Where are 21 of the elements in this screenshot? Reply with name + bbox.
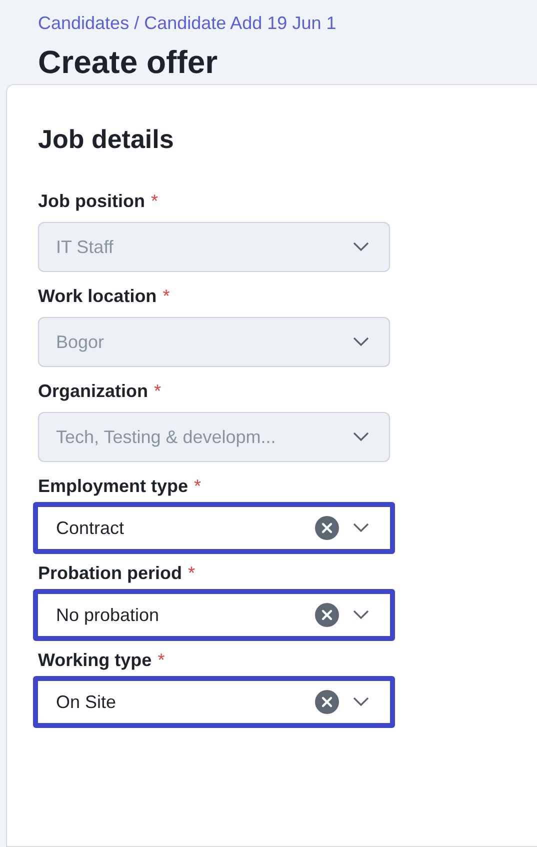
required-mark: * [162,285,170,308]
required-mark: * [151,190,158,213]
breadcrumb[interactable]: Candidates / Candidate Add 19 Jun 1 [38,11,336,35]
field-label: Work location [38,285,157,308]
chevron-down-icon[interactable] [353,697,369,707]
section-title: Job details [38,123,175,155]
chevron-down-icon[interactable] [353,523,369,533]
required-mark: * [194,475,202,498]
page-title: Create offer [38,43,219,81]
required-mark: * [154,380,162,403]
clear-icon[interactable] [315,516,339,540]
clear-icon[interactable] [315,690,339,714]
required-mark: * [188,562,196,585]
field-label: Job position [38,190,145,213]
field-label: Probation period [38,562,182,585]
chevron-down-icon[interactable] [353,610,369,620]
field-label: Employment type [38,475,188,498]
field-label: Working type [38,649,152,672]
field-label: Organization [38,380,148,403]
required-mark: * [158,649,165,672]
clear-icon[interactable] [315,603,339,627]
